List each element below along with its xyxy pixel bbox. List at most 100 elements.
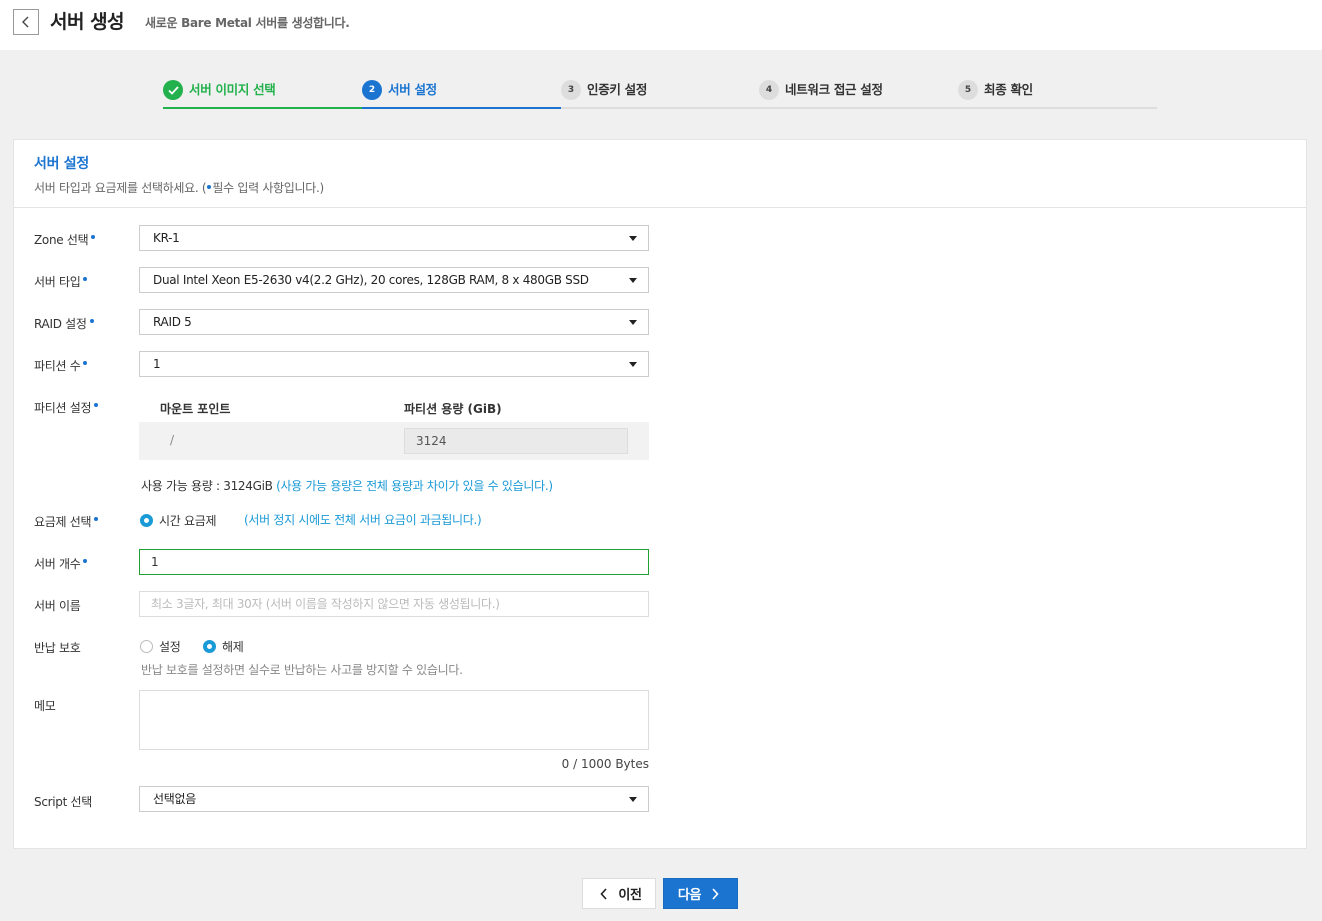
partition-capacity-field: 3124 <box>404 428 628 454</box>
chevron-right-icon <box>712 887 719 900</box>
panel-description: 서버 타입과 요금제를 선택하세요. ( 필수 입력 사항입니다.) <box>34 179 1286 196</box>
zone-label: Zone 선택 <box>34 231 96 248</box>
radio-checked-icon <box>203 640 216 653</box>
step-label: 서버 이미지 선택 <box>189 82 276 97</box>
chevron-left-icon <box>600 887 607 900</box>
step-auth-key[interactable]: 3 인증키 설정 <box>561 80 647 109</box>
step-final-confirm[interactable]: 5 최종 확인 <box>958 80 1033 109</box>
panel-desc-suffix: 필수 입력 사항입니다.) <box>212 181 324 195</box>
prev-button[interactable]: 이전 <box>582 878 656 909</box>
protection-help-text: 반납 보호를 설정하면 실수로 반납하는 사고를 방지할 수 있습니다. <box>141 663 463 677</box>
page-subtitle: 새로운 Bare Metal 서버를 생성합니다. <box>145 16 350 30</box>
raid-label-text: RAID 설정 <box>34 317 87 331</box>
partition-count-label-text: 파티션 수 <box>34 359 81 373</box>
panel-title: 서버 설정 <box>34 156 89 172</box>
server-count-label-text: 서버 개수 <box>34 557 81 571</box>
partition-settings-label-text: 파티션 설정 <box>34 401 92 415</box>
available-capacity-note: (사용 가능 용량은 전체 용량과 차이가 있을 수 있습니다.) <box>276 479 553 493</box>
caret-down-icon <box>629 236 637 241</box>
step-server-settings[interactable]: 2 서버 설정 <box>362 80 437 109</box>
required-dot-icon <box>83 361 88 365</box>
raid-select[interactable]: RAID 5 <box>139 309 649 335</box>
protection-off-radio[interactable]: 해제 <box>203 638 244 655</box>
script-select[interactable]: 선택없음 <box>139 786 649 812</box>
partition-count-select[interactable]: 1 <box>139 351 649 377</box>
step-number: 5 <box>958 80 978 100</box>
next-button-label: 다음 <box>677 888 702 903</box>
back-button[interactable] <box>13 9 39 35</box>
server-name-input[interactable]: 최소 3글자, 최대 30자 (서버 이름을 작성하지 않으면 자동 생성됩니다… <box>139 591 649 617</box>
required-dot-icon <box>207 185 212 189</box>
panel-header: 서버 설정 서버 타입과 요금제를 선택하세요. ( 필수 입력 사항입니다.) <box>14 140 1306 208</box>
step-label: 서버 설정 <box>388 82 437 97</box>
step-progress: 서버 이미지 선택 2 서버 설정 3 인증키 설정 4 네트워크 접근 설정 … <box>163 76 1157 109</box>
table-row: / 3124 <box>139 422 649 460</box>
return-protection-label: 반납 보호 <box>34 641 81 655</box>
next-button[interactable]: 다음 <box>663 878 738 909</box>
prev-button-label: 이전 <box>618 888 642 903</box>
caret-down-icon <box>629 797 637 802</box>
protection-on-radio[interactable]: 설정 <box>140 638 181 655</box>
step-done-bar <box>163 107 362 109</box>
server-name-label: 서버 이름 <box>34 599 81 613</box>
partition-table-header: 마운트 포인트 파티션 용량 (GiB) <box>139 390 649 422</box>
required-dot-icon <box>91 235 96 239</box>
partition-count-label: 파티션 수 <box>34 357 88 374</box>
required-dot-icon <box>94 403 99 407</box>
required-dot-icon <box>89 319 94 323</box>
server-type-label: 서버 타입 <box>34 273 88 290</box>
server-type-select[interactable]: Dual Intel Xeon E5-2630 v4(2.2 GHz), 20 … <box>139 267 649 293</box>
radio-unchecked-icon <box>140 640 153 653</box>
server-count-label: 서버 개수 <box>34 555 88 572</box>
caret-down-icon <box>629 362 637 367</box>
caret-down-icon <box>629 278 637 283</box>
memo-textarea[interactable] <box>139 690 649 750</box>
required-dot-icon <box>94 517 99 521</box>
step-number: 2 <box>362 80 382 100</box>
mount-point-value: / <box>170 433 175 447</box>
memo-byte-counter: 0 / 1000 Bytes <box>561 757 649 771</box>
script-label: Script 선택 <box>34 795 92 809</box>
plan-label-text: 요금제 선택 <box>34 515 92 529</box>
raid-label: RAID 설정 <box>34 315 94 332</box>
script-value: 선택없음 <box>153 792 196 806</box>
step-number: 3 <box>561 80 581 100</box>
zone-value: KR-1 <box>153 231 180 245</box>
page-title: 서버 생성 <box>50 11 125 33</box>
step-active-bar <box>362 107 561 109</box>
required-dot-icon <box>83 559 88 563</box>
caret-down-icon <box>629 320 637 325</box>
plan-note: (서버 정지 시에도 전체 서버 요금이 과금됩니다.) <box>244 513 482 527</box>
plan-hourly-radio[interactable]: 시간 요금제 <box>140 512 217 529</box>
radio-checked-icon <box>140 514 153 527</box>
step-label: 네트워크 접근 설정 <box>785 82 883 97</box>
panel-desc-prefix: 서버 타입과 요금제를 선택하세요. ( <box>34 181 207 195</box>
partition-count-value: 1 <box>153 357 161 371</box>
zone-label-text: Zone 선택 <box>34 233 89 247</box>
server-settings-panel: 서버 설정 서버 타입과 요금제를 선택하세요. (필수 입력 사항입니다.) … <box>13 139 1307 849</box>
step-network-access[interactable]: 4 네트워크 접근 설정 <box>759 80 883 109</box>
plan-hourly-label: 시간 요금제 <box>159 514 217 528</box>
page-header: 서버 생성 새로운 Bare Metal 서버를 생성합니다. <box>0 0 1322 50</box>
available-capacity-text: 사용 가능 용량 : 3124GiB (사용 가능 용량은 전체 용량과 차이가… <box>141 477 553 494</box>
memo-label: 메모 <box>34 699 56 713</box>
partition-table: 마운트 포인트 파티션 용량 (GiB) / 3124 <box>139 390 649 462</box>
zone-select[interactable]: KR-1 <box>139 225 649 251</box>
plan-label: 요금제 선택 <box>34 513 99 530</box>
col-partition-capacity: 파티션 용량 (GiB) <box>404 402 502 416</box>
col-mount-point: 마운트 포인트 <box>160 402 231 416</box>
required-dot-icon <box>83 277 88 281</box>
available-capacity-value: 사용 가능 용량 : 3124GiB <box>141 479 277 493</box>
raid-value: RAID 5 <box>153 315 192 329</box>
step-server-image[interactable]: 서버 이미지 선택 <box>163 80 276 109</box>
partition-settings-label: 파티션 설정 <box>34 399 99 416</box>
protection-on-label: 설정 <box>159 640 181 654</box>
server-type-value: Dual Intel Xeon E5-2630 v4(2.2 GHz), 20 … <box>153 273 589 287</box>
chevron-left-icon <box>22 16 29 28</box>
protection-off-label: 해제 <box>222 640 244 654</box>
server-type-label-text: 서버 타입 <box>34 275 81 289</box>
server-count-input[interactable]: 1 <box>139 549 649 575</box>
step-label: 최종 확인 <box>984 82 1033 97</box>
step-label: 인증키 설정 <box>587 82 648 97</box>
step-number: 4 <box>759 80 779 100</box>
